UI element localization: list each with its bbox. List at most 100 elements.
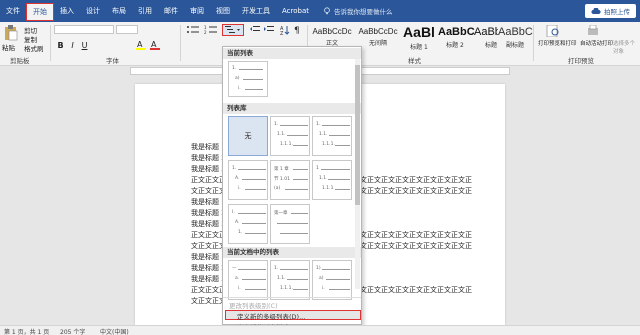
tab-view[interactable]: 视图	[210, 0, 236, 22]
font-group-label: 字体	[106, 57, 119, 65]
list-thumbnail-doc-2[interactable]: 1. 1.1. 1.1.1.	[270, 260, 310, 300]
list-thumbnail-doc-3[interactable]: 1) a) i.	[312, 260, 352, 300]
tell-me-text: 告诉我你想要做什么	[334, 8, 393, 16]
select-multi-label[interactable]: 选择多个对象	[613, 39, 639, 55]
doc-line: 我是标题 2	[191, 209, 226, 217]
doc-line: 文正文正文	[191, 187, 226, 195]
doc-line: 正文正文正	[191, 231, 226, 239]
doc-line: 我是标题 1	[191, 143, 226, 151]
tab-references[interactable]: 引用	[132, 0, 158, 22]
styles-group-label: 样式	[408, 57, 421, 65]
section-current-list: 当前列表	[223, 48, 361, 59]
list-thumbnail-chinese[interactable]: 第一章	[270, 204, 310, 244]
word-count-status[interactable]: 205 个字	[60, 327, 85, 335]
lightbulb-icon	[324, 7, 330, 15]
doc-line: 我是标题 1	[191, 253, 226, 261]
ribbon-tab-bar: 文件 开始 插入 设计 布局 引用 邮件 审阅 视图 开发工具 Acrobat …	[0, 0, 640, 22]
tab-file[interactable]: 文件	[0, 0, 26, 22]
none-option-label: 无	[244, 132, 252, 140]
change-list-level-item[interactable]: 更改列表级别(C)	[229, 300, 278, 310]
paste-icon[interactable]	[4, 25, 18, 41]
list-thumbnail-article[interactable]: I. A. 1.	[228, 204, 268, 244]
define-new-multilevel-list-item[interactable]: 定义新的多级列表(D)...	[237, 311, 305, 321]
numbering-icon[interactable]: 12	[204, 25, 218, 35]
list-thumbnail-none[interactable]: 无	[228, 116, 268, 156]
font-color-icon[interactable]: A	[150, 40, 160, 50]
doc-line: 文正文正文	[191, 297, 226, 305]
tab-acrobat[interactable]: Acrobat	[276, 0, 315, 22]
print-preview-label[interactable]: 打印预览和打印	[538, 39, 577, 47]
tab-home[interactable]: 开始	[26, 3, 54, 21]
doc-line-continuation: 文正文正文正文正文正文正文正文正	[360, 176, 472, 184]
photo-upload-label: 拍照上传	[604, 8, 630, 16]
list-thumbnail-current[interactable]: 1. a) i.	[228, 61, 268, 97]
doc-line: 正文正文正	[191, 176, 226, 184]
list-thumbnail-chapter[interactable]: 第 1 章 节 1.01 (a)	[270, 160, 310, 200]
sort-icon[interactable]: AZ	[280, 25, 290, 35]
tab-layout[interactable]: 布局	[106, 0, 132, 22]
doc-line: 我是标题 3	[191, 275, 226, 283]
language-status[interactable]: 中文(中国)	[100, 327, 129, 335]
multilevel-list-button[interactable]	[222, 24, 244, 36]
tab-review[interactable]: 审阅	[184, 0, 210, 22]
decrease-indent-icon[interactable]	[250, 25, 260, 35]
style-heading-1[interactable]: AaBl 标题 1	[402, 24, 436, 52]
svg-text:2: 2	[204, 30, 207, 35]
print-group-label: 打印预览	[568, 57, 594, 65]
doc-line: 我是标题 2	[191, 264, 226, 272]
section-lists-in-document: 当前文档中的列表	[223, 247, 361, 258]
svg-text:A: A	[137, 40, 143, 49]
bold-button[interactable]: B	[56, 40, 65, 50]
style-subtitle[interactable]: AaBbC 副标题	[498, 24, 533, 52]
tab-developer[interactable]: 开发工具	[236, 0, 276, 22]
status-bar: 第 1 页，共 1 页 205 个字 中文(中国)	[0, 325, 640, 335]
share-area: 拍照上传	[585, 0, 640, 22]
paste-label[interactable]: 粘贴	[2, 42, 15, 52]
print-preview-icon[interactable]	[546, 25, 560, 37]
style-heading-2[interactable]: AaBbC 标题 2	[438, 24, 475, 52]
doc-line: 我是标题 1	[191, 198, 226, 206]
format-painter-button[interactable]: 格式刷	[24, 43, 44, 53]
list-thumbnail-bulleted[interactable]: 1. 1.1. 1.1.1.	[312, 116, 352, 156]
list-thumbnail-doc-1[interactable]: — a. i.	[228, 260, 268, 300]
doc-line-continuation: 文正文正文正文正文正文正文正文正	[360, 242, 472, 250]
multilevel-list-icon	[225, 26, 240, 33]
auto-print-icon[interactable]	[586, 25, 600, 37]
font-size-box[interactable]	[116, 25, 138, 34]
dropdown-scrollbar[interactable]	[355, 59, 360, 289]
style-no-spacing[interactable]: AaBbCcDc 无间隔	[356, 24, 400, 52]
scrollbar-thumb[interactable]	[355, 65, 360, 205]
doc-line-continuation: 文正文正文正文正文正文正文正文正	[360, 187, 472, 195]
svg-text:Z: Z	[280, 31, 284, 35]
tab-mailings[interactable]: 邮件	[158, 0, 184, 22]
tell-me-box[interactable]: 告诉我你想要做什么	[323, 6, 393, 16]
font-name-box[interactable]	[54, 25, 114, 34]
section-list-library: 列表库	[223, 103, 361, 114]
tab-insert[interactable]: 插入	[54, 0, 80, 22]
doc-line: 我是标题 3	[191, 220, 226, 228]
doc-line: 我是标题 2	[191, 154, 226, 162]
svg-text:¶: ¶	[294, 26, 300, 35]
doc-line-continuation: 文正文正文正文正文正文正文正文正	[360, 286, 472, 294]
tab-design[interactable]: 设计	[80, 0, 106, 22]
list-thumbnail-heading-numbered[interactable]: 1 1.1 1.1.1	[312, 160, 352, 200]
svg-text:A: A	[151, 40, 157, 49]
list-thumbnail-roman[interactable]: 1. A. i.	[228, 160, 268, 200]
doc-line: 正文正文正	[191, 286, 226, 294]
underline-button[interactable]: U	[80, 40, 89, 50]
auto-print-label[interactable]: 自动活动打印	[580, 39, 613, 47]
list-thumbnail-numbered[interactable]: 1. 1.1. 1.1.1.	[270, 116, 310, 156]
multilevel-list-dropdown: 当前列表 1. a) i. 列表库 无 1. 1.1. 1.1.1. 1. 1.…	[222, 46, 362, 332]
italic-button[interactable]: I	[68, 40, 77, 50]
bullets-icon[interactable]	[186, 25, 200, 35]
highlight-icon[interactable]: A	[136, 40, 146, 50]
doc-line: 我是标题 3	[191, 165, 226, 173]
photo-upload-button[interactable]: 拍照上传	[585, 4, 636, 18]
page-count-status[interactable]: 第 1 页，共 1 页	[4, 327, 49, 335]
cloud-icon	[591, 7, 601, 14]
paragraph-mark-icon[interactable]: ¶	[294, 25, 302, 35]
doc-line-continuation: 文正文正文正文正文正文正文正文正	[360, 231, 472, 239]
clipboard-group-label: 剪贴板	[10, 57, 30, 65]
increase-indent-icon[interactable]	[264, 25, 274, 35]
doc-line: 文正文正文	[191, 242, 226, 250]
